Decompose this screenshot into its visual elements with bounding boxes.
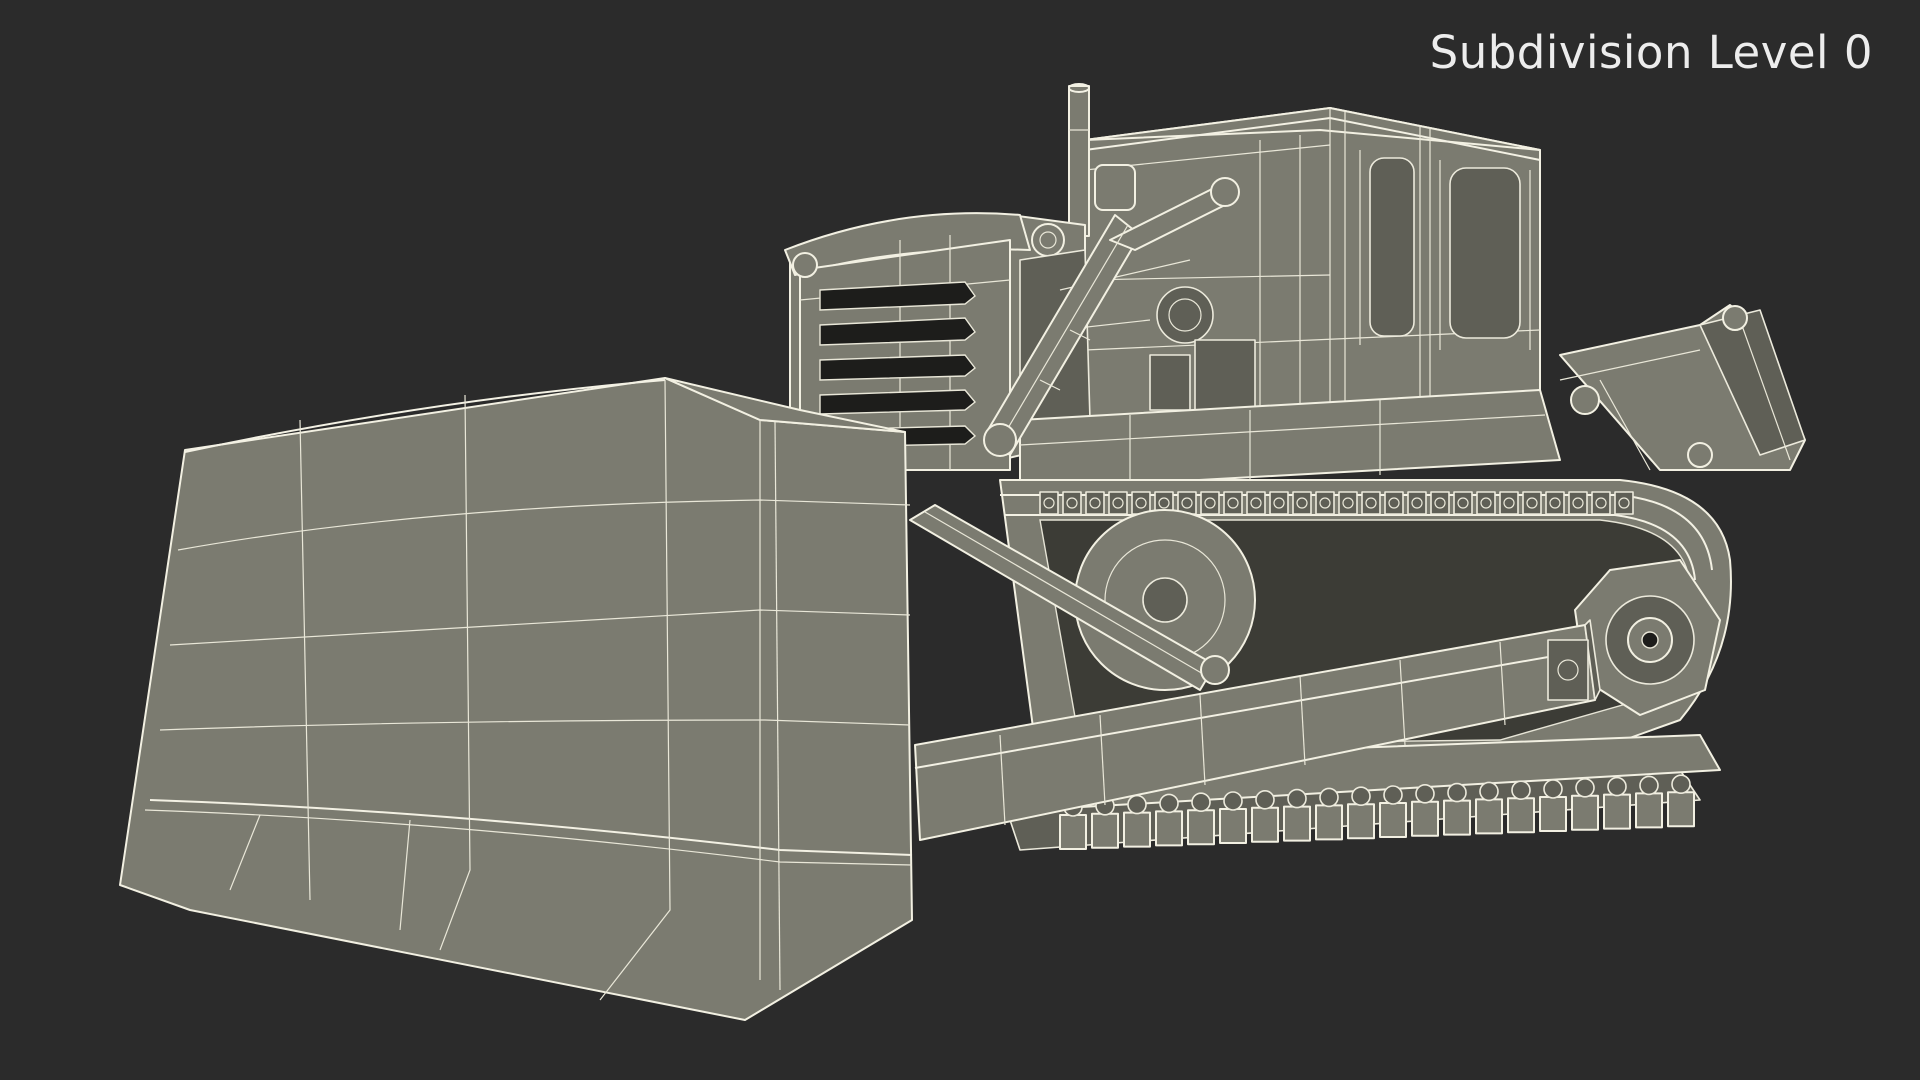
- track-shoe: [1091, 812, 1119, 849]
- track-roller: [1127, 794, 1147, 815]
- track-link: [1292, 491, 1312, 515]
- track-shoe: [1635, 792, 1663, 829]
- track-shoe: [1507, 797, 1535, 834]
- track-roller: [1639, 775, 1659, 796]
- track-link: [1453, 491, 1473, 515]
- track-link: [1200, 491, 1220, 515]
- track-shoe: [1123, 811, 1151, 848]
- track-link: [1591, 491, 1611, 515]
- track-roller: [1319, 787, 1339, 808]
- track-link: [1384, 491, 1404, 515]
- track-roller: [1191, 792, 1211, 813]
- track-roller: [1351, 786, 1371, 807]
- track-shoe: [1283, 805, 1311, 842]
- track-roller: [1383, 785, 1403, 805]
- track-roller: [1287, 788, 1307, 809]
- track-shoe: [1539, 796, 1567, 832]
- track-link: [1062, 491, 1082, 515]
- track-link: [1361, 491, 1381, 515]
- cab-window-right: [1449, 167, 1521, 339]
- track-shoe: [1347, 803, 1375, 840]
- track-link: [1039, 491, 1059, 515]
- track-roller: [1671, 774, 1691, 795]
- track-link: [1223, 491, 1243, 515]
- track-shoe: [1411, 800, 1439, 837]
- track-shoe: [1379, 802, 1407, 838]
- track-shoe: [1315, 804, 1343, 841]
- track-link: [1315, 491, 1335, 515]
- track-shoe: [1059, 814, 1087, 850]
- track-shoe: [1155, 810, 1183, 847]
- track-shoe: [1667, 791, 1695, 828]
- track-link: [1108, 491, 1128, 515]
- track-link: [1085, 491, 1105, 515]
- track-shoe: [1571, 794, 1599, 831]
- dozer-blade: [119, 377, 913, 1021]
- track-shoe: [1603, 793, 1631, 830]
- track-shoe: [1219, 808, 1247, 844]
- track-link: [1269, 491, 1289, 515]
- track-link: [1476, 491, 1496, 515]
- track-link: [1246, 491, 1266, 515]
- rear-ripper: [1559, 304, 1806, 471]
- cab-window-left: [1369, 157, 1415, 337]
- track-link: [1338, 491, 1358, 515]
- track-roller: [1511, 780, 1531, 801]
- track-shoe: [1251, 806, 1279, 843]
- track-roller: [1159, 793, 1179, 814]
- track-shoe: [1443, 799, 1471, 836]
- track-link: [1614, 491, 1634, 515]
- track-link: [1430, 491, 1450, 515]
- track-roller: [1223, 791, 1243, 811]
- track-link: [1131, 491, 1151, 515]
- track-roller: [1447, 782, 1467, 803]
- track-shoe: [1187, 809, 1215, 846]
- track-link: [1522, 491, 1542, 515]
- track-roller: [1575, 777, 1595, 798]
- track-link: [1545, 491, 1565, 515]
- track-link: [1568, 491, 1588, 515]
- track-shoe: [1475, 798, 1503, 835]
- track-roller: [1607, 776, 1627, 797]
- track-roller: [1479, 781, 1499, 802]
- track-link: [1407, 491, 1427, 515]
- track-link: [1499, 491, 1519, 515]
- render-viewport: Subdivision Level 0: [0, 0, 1920, 1080]
- track-roller: [1255, 789, 1275, 810]
- track-roller: [1415, 783, 1435, 804]
- track-roller: [1543, 779, 1563, 799]
- bulldozer-model: [119, 83, 1806, 1021]
